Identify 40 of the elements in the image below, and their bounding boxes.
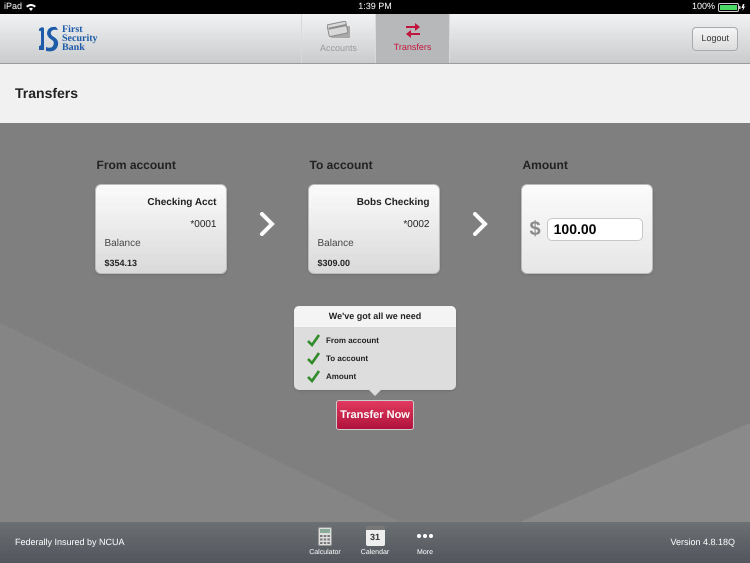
card-icon bbox=[326, 21, 350, 40]
account-card[interactable]: Bobs Checking *0002 Balance $309.00 bbox=[308, 184, 440, 274]
bank-logo-icon bbox=[38, 26, 60, 52]
checklist-item: To account bbox=[326, 352, 368, 364]
currency-symbol: $ bbox=[530, 217, 541, 242]
checklist-title: We've got all we need bbox=[328, 310, 422, 323]
bank-name-text: Security bbox=[62, 34, 98, 43]
balance-label: Balance bbox=[318, 237, 355, 251]
balance-label: Balance bbox=[104, 237, 142, 251]
swap-arrows-icon bbox=[404, 22, 420, 38]
version-label: Version 4.8.18Q bbox=[670, 536, 735, 549]
account-card[interactable]: Checking Acct *0001 Balance $354.13 bbox=[94, 184, 226, 274]
balance-amount: $354.13 bbox=[104, 257, 138, 270]
account-name: Bobs Checking bbox=[356, 196, 430, 210]
account-name: Checking Acct bbox=[147, 196, 216, 210]
battery-percent: 100% bbox=[692, 0, 715, 14]
section-label: To account bbox=[310, 157, 374, 174]
checklist-item: Amount bbox=[326, 370, 356, 382]
transfer-now-button[interactable]: Transfer Now bbox=[336, 400, 414, 430]
calendar-icon: 31 bbox=[366, 526, 384, 546]
bank-name-text: First bbox=[62, 25, 83, 34]
wifi-icon bbox=[26, 3, 36, 11]
page-title: Transfers bbox=[15, 84, 78, 103]
checklist-item: From account bbox=[326, 334, 379, 346]
chevron-right-icon bbox=[259, 212, 275, 236]
bank-name-text: Bank bbox=[62, 43, 85, 52]
insurance-notice: Federally Insured by NCUA bbox=[15, 536, 125, 549]
section-label: From account bbox=[96, 157, 177, 174]
account-number: *0001 bbox=[190, 218, 216, 232]
battery-icon bbox=[718, 2, 746, 12]
more-dots-icon bbox=[417, 534, 433, 538]
clock-time: 1:39 PM bbox=[358, 0, 392, 14]
chevron-right-icon bbox=[472, 212, 488, 236]
carrier-label: iPad bbox=[4, 0, 22, 14]
account-number: *0002 bbox=[403, 218, 430, 232]
section-label: Amount bbox=[522, 157, 569, 174]
logout-button[interactable]: Logout bbox=[692, 26, 738, 50]
amount-input[interactable]: 100.00 bbox=[546, 218, 643, 240]
balance-amount: $309.00 bbox=[318, 257, 352, 270]
calculator-icon bbox=[318, 526, 332, 546]
